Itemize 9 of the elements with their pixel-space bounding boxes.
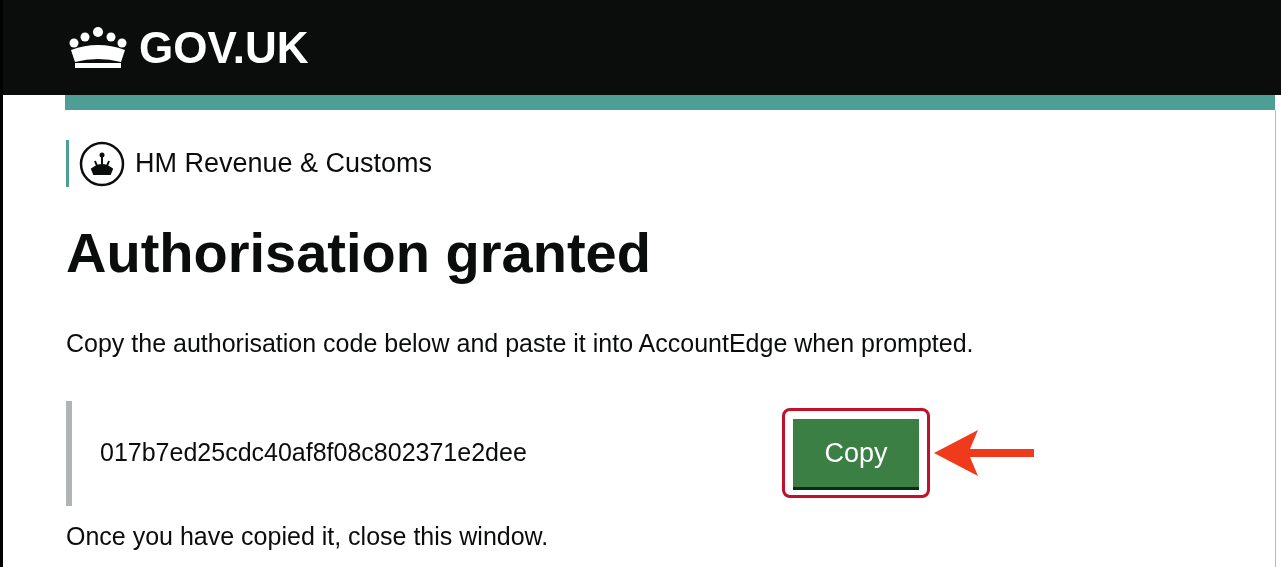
department-name[interactable]: HM Revenue & Customs (135, 143, 433, 184)
copy-button[interactable]: Copy (793, 419, 919, 487)
arrow-icon (934, 430, 1036, 476)
crest-icon (79, 140, 125, 187)
closing-text: Once you have copied it, close this window. (66, 520, 550, 552)
crown-icon (67, 25, 129, 70)
authorisation-code: 017b7ed25cdc40af8f08c802371e2dee (100, 437, 528, 469)
logo-text[interactable]: GOV.UK (139, 25, 309, 70)
instruction-text: Copy the authorisation code below and paste it into AccountEdge when prompted. (66, 328, 975, 359)
